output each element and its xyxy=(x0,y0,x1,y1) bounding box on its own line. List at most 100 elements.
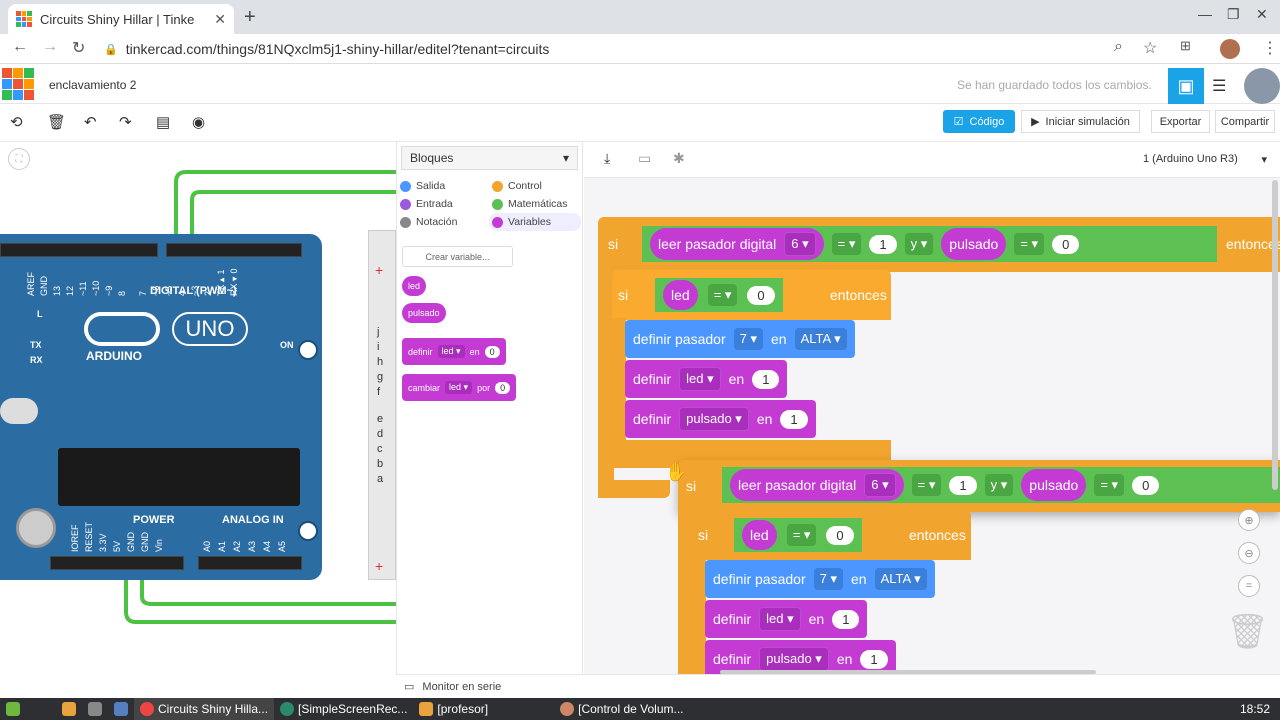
delete-icon[interactable]: 🗑 xyxy=(47,113,66,131)
reload-icon[interactable]: ↻ xyxy=(72,38,85,58)
debug-bug-icon[interactable]: ✱ xyxy=(673,150,685,167)
category-variables[interactable]: Variables xyxy=(489,213,581,231)
comparison-dropdown[interactable]: = ▾ xyxy=(786,524,817,546)
variable-dropdown[interactable]: led ▾ xyxy=(679,367,721,391)
value-input[interactable]: 0 xyxy=(826,525,854,545)
comparison-dropdown[interactable]: = ▾ xyxy=(831,233,862,255)
value-input[interactable]: 0 xyxy=(747,285,775,305)
trash-icon[interactable]: 🗑 xyxy=(1226,612,1269,652)
value-input[interactable]: 1 xyxy=(860,649,888,669)
variable-led[interactable]: led xyxy=(742,520,777,550)
zoom-out-icon[interactable]: ⊖ xyxy=(1238,542,1260,564)
variable-led[interactable]: led xyxy=(663,280,698,310)
comparison-dropdown[interactable]: = ▾ xyxy=(911,474,942,496)
category-notation[interactable]: Notación xyxy=(400,216,457,228)
redo-icon[interactable]: ↷ xyxy=(119,113,132,131)
comparison-dropdown[interactable]: = ▾ xyxy=(1094,474,1125,496)
restore-icon[interactable]: ❐ xyxy=(1227,6,1240,23)
set-pulsado-block[interactable]: definir pulsado ▾ en 1 xyxy=(625,400,816,438)
export-button[interactable]: Exportar xyxy=(1151,110,1210,133)
variable-dropdown[interactable]: pulsado ▾ xyxy=(679,407,749,431)
variable-dropdown[interactable]: led ▾ xyxy=(759,607,801,631)
comparison-dropdown[interactable]: = ▾ xyxy=(707,284,738,306)
level-dropdown[interactable]: ALTA ▾ xyxy=(874,568,927,590)
start-simulation-button[interactable]: ▶ Iniciar simulación xyxy=(1021,110,1140,133)
zoom-search-icon[interactable]: ⌕ xyxy=(1114,38,1123,56)
bookmark-star-icon[interactable]: ☆ xyxy=(1143,38,1157,58)
value-input[interactable]: 1 xyxy=(949,475,977,495)
and-condition[interactable]: leer pasador digital 6 ▾ = ▾ 1 y ▾ pulsad… xyxy=(642,226,1217,262)
set-led-block[interactable]: definir led ▾ en 1 xyxy=(705,600,868,638)
folder-icon[interactable] xyxy=(56,698,82,720)
variable-dropdown[interactable]: led ▾ xyxy=(445,381,473,394)
category-output[interactable]: Salida xyxy=(400,180,445,192)
notes-icon[interactable]: ▤ xyxy=(156,113,170,131)
settings-icon[interactable] xyxy=(82,698,108,720)
taskbar-item-recorder[interactable]: [SimpleScreenRec... xyxy=(274,698,413,720)
back-icon[interactable]: ← xyxy=(12,38,28,56)
value-input[interactable]: 1 xyxy=(832,609,860,629)
upload-icon[interactable]: ▭ xyxy=(638,150,651,167)
url-field[interactable]: 🔒 tinkercad.com/things/81NQxclm5j1-shiny… xyxy=(104,38,1164,60)
browser-tab[interactable]: Circuits Shiny Hillar | Tinke ✕ xyxy=(8,4,234,34)
start-menu-icon[interactable] xyxy=(0,698,26,720)
set-pin-block[interactable]: definir pasador 7 ▾ en ALTA ▾ xyxy=(625,320,855,358)
value-input[interactable]: 0 xyxy=(484,345,500,358)
circuit-view-button[interactable]: ▣ xyxy=(1168,68,1204,104)
value-input[interactable]: 0 xyxy=(1132,475,1160,495)
pin-dropdown[interactable]: 6 ▾ xyxy=(864,473,896,497)
led-compare-condition[interactable]: led = ▾ 0 xyxy=(734,518,862,552)
window-icon[interactable] xyxy=(108,698,134,720)
comparison-dropdown[interactable]: = ▾ xyxy=(1014,233,1045,255)
pin-dropdown[interactable]: 7 ▾ xyxy=(813,568,843,590)
reset-button[interactable] xyxy=(0,398,38,424)
variable-pulsado[interactable]: pulsado xyxy=(941,228,1007,260)
logic-dropdown[interactable]: y ▾ xyxy=(984,474,1014,496)
component-list-icon[interactable]: ☰ xyxy=(1212,76,1226,96)
taskbar-item-chrome[interactable]: Circuits Shiny Hilla... xyxy=(134,698,275,720)
category-input[interactable]: Entrada xyxy=(400,198,453,210)
vertical-scrollbar[interactable] xyxy=(1272,180,1278,490)
minimize-icon[interactable]: — xyxy=(1198,6,1212,22)
value-input[interactable]: 1 xyxy=(869,234,897,254)
value-input[interactable]: 1 xyxy=(780,409,808,429)
blocks-mode-select[interactable]: Bloques ▾ xyxy=(401,146,578,170)
change-variable-block[interactable]: cambiar led ▾ por 0 xyxy=(402,374,517,401)
forward-icon[interactable]: → xyxy=(42,38,58,56)
zoom-reset-icon[interactable]: = xyxy=(1238,575,1260,597)
category-math[interactable]: Matemáticas xyxy=(492,198,568,210)
zoom-in-icon[interactable]: ⊕ xyxy=(1238,509,1260,531)
browser-menu-icon[interactable]: ⋮ xyxy=(1262,38,1278,58)
create-variable-button[interactable]: Crear variable... xyxy=(402,246,513,267)
variable-pulsado-block[interactable]: pulsado xyxy=(402,303,446,323)
value-input[interactable]: 1 xyxy=(752,369,780,389)
variable-dropdown[interactable]: pulsado ▾ xyxy=(759,647,829,671)
variable-dropdown[interactable]: led ▾ xyxy=(437,345,465,358)
visibility-icon[interactable]: ◉ xyxy=(192,113,205,131)
tinkercad-logo[interactable] xyxy=(2,68,34,100)
taskbar-item-volume[interactable]: [Control de Volum... xyxy=(554,698,689,720)
category-control[interactable]: Control xyxy=(492,180,542,192)
set-variable-block[interactable]: definir led ▾ en 0 xyxy=(402,338,506,365)
logic-dropdown[interactable]: y ▾ xyxy=(904,233,934,255)
extensions-icon[interactable]: ⊞ xyxy=(1180,38,1191,54)
profile-avatar[interactable] xyxy=(1220,39,1240,59)
pin-dropdown[interactable]: 6 ▾ xyxy=(784,232,816,256)
rotate-icon[interactable]: ⟲ xyxy=(10,113,23,131)
variable-led-block[interactable]: led xyxy=(402,276,427,296)
and-condition[interactable]: leer pasador digital 6 ▾ = ▾ 1 y ▾ pulsad… xyxy=(722,467,1280,503)
serial-monitor-bar[interactable]: ▭ Monitor en serie xyxy=(396,674,1280,698)
led-compare-condition[interactable]: led = ▾ 0 xyxy=(655,278,783,312)
taskbar-item-folder[interactable]: [profesor] xyxy=(413,698,494,720)
close-tab-icon[interactable]: ✕ xyxy=(214,11,226,28)
download-icon[interactable]: ⤓ xyxy=(604,150,610,167)
arduino-select[interactable]: 1 (Arduino Uno R3) ▾ xyxy=(1135,148,1275,170)
variable-pulsado[interactable]: pulsado xyxy=(1021,469,1087,501)
share-button[interactable]: Compartir xyxy=(1215,110,1275,133)
value-input[interactable]: 0 xyxy=(1052,234,1080,254)
project-name[interactable]: enclavamiento 2 xyxy=(49,78,136,92)
value-input[interactable]: 0 xyxy=(495,381,511,394)
new-tab-icon[interactable]: + xyxy=(244,6,256,29)
read-digital-pin-block[interactable]: leer pasador digital 6 ▾ xyxy=(650,228,824,260)
set-led-block[interactable]: definir led ▾ en 1 xyxy=(625,360,788,398)
